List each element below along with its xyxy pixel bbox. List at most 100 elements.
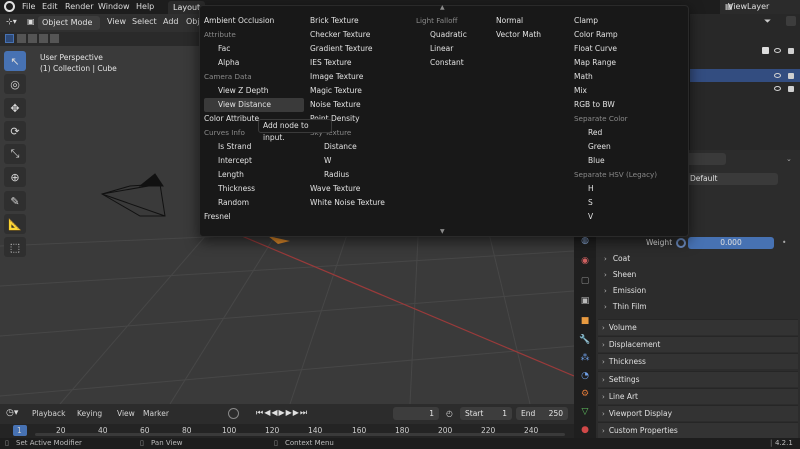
menu-item[interactable]: Color Ramp xyxy=(574,28,674,42)
outliner-row-selected[interactable] xyxy=(690,69,800,82)
menu-add[interactable]: Add xyxy=(163,17,179,29)
select-tool-icon[interactable]: ↖ xyxy=(4,51,26,71)
subpanel-sheen[interactable]: › Sheen xyxy=(598,267,798,283)
mode-dropdown[interactable]: Object Mode xyxy=(38,16,100,30)
menu-item[interactable]: Constant xyxy=(416,56,492,70)
timeline-ruler[interactable]: 1 20 40 60 80 100 120 140 160 180 200 22… xyxy=(0,424,574,438)
subpanel-thin-film[interactable]: › Thin Film xyxy=(598,299,798,315)
weight-field[interactable]: 0.000 xyxy=(688,237,774,249)
menu-item[interactable]: View Distance xyxy=(204,98,304,112)
eye-icon[interactable] xyxy=(774,73,781,78)
menu-item[interactable]: Thickness xyxy=(204,182,304,196)
menu-object[interactable]: Obj xyxy=(186,17,200,29)
menu-item[interactable]: Linear xyxy=(416,42,492,56)
panel-custom-properties[interactable]: › Custom Properties xyxy=(598,422,798,438)
menu-view[interactable]: View xyxy=(107,17,126,29)
scroll-down-arrow-icon[interactable]: ▼ xyxy=(440,228,445,235)
menu-item[interactable]: Length xyxy=(204,168,304,182)
menu-keying[interactable]: Keying xyxy=(77,409,102,418)
menu-item[interactable]: S xyxy=(574,196,674,210)
decorator-dot-icon[interactable]: • xyxy=(782,235,786,251)
playback-controls-icon[interactable]: ⏮◀◀▶▶▶⏭ xyxy=(256,408,308,418)
menu-help[interactable]: Help xyxy=(136,2,154,11)
scale-tool-icon[interactable]: ⤡ xyxy=(4,144,26,164)
panel-volume[interactable]: › Volume xyxy=(598,319,798,335)
menu-item[interactable]: Alpha xyxy=(204,56,304,70)
blender-logo-icon[interactable] xyxy=(4,1,15,12)
editor-type-icon[interactable]: ⊹▾ xyxy=(6,17,17,29)
menu-marker[interactable]: Marker xyxy=(143,409,169,418)
clock-icon[interactable]: ◷▾ xyxy=(6,408,18,418)
menu-item[interactable]: Brick Texture xyxy=(310,14,410,28)
select-invert-icon[interactable] xyxy=(50,34,59,43)
modifier-tab-icon[interactable]: 🔧 xyxy=(578,333,592,347)
panel-viewport-display[interactable]: › Viewport Display xyxy=(598,405,798,421)
menu-item[interactable]: Clamp xyxy=(574,14,674,28)
menu-item[interactable]: Distance xyxy=(310,140,410,154)
menu-window[interactable]: Window xyxy=(98,2,130,11)
outliner-row[interactable] xyxy=(690,44,800,57)
menu-item[interactable]: Blue xyxy=(574,154,674,168)
menu-item[interactable]: Fac xyxy=(204,42,304,56)
material-tab-icon[interactable]: ● xyxy=(578,423,592,437)
menu-file[interactable]: File xyxy=(22,2,35,11)
select-extend-icon[interactable] xyxy=(28,34,37,43)
menu-item[interactable]: Red xyxy=(574,126,674,140)
menu-item[interactable]: Vector Math xyxy=(496,28,570,42)
camera-render-icon[interactable] xyxy=(788,73,794,79)
eye-icon[interactable] xyxy=(774,48,781,53)
menu-select[interactable]: Select xyxy=(132,17,157,29)
menu-edit[interactable]: Edit xyxy=(42,2,58,11)
outliner-row[interactable] xyxy=(690,82,800,95)
rotate-tool-icon[interactable]: ⟳ xyxy=(4,121,26,141)
menu-item[interactable]: Math xyxy=(574,70,674,84)
menu-item[interactable]: Normal xyxy=(496,14,570,28)
menu-item[interactable]: Quadratic xyxy=(416,28,492,42)
eye-icon[interactable] xyxy=(774,86,781,91)
menu-item[interactable]: Ambient Occlusion xyxy=(204,14,304,28)
end-frame-field[interactable]: End 250 xyxy=(516,407,568,420)
constraints-tab-icon[interactable]: ⚙ xyxy=(578,387,592,401)
menu-item[interactable]: Checker Texture xyxy=(310,28,410,42)
menu-item[interactable]: RGB to BW xyxy=(574,98,674,112)
cursor-tool-icon[interactable]: ◎ xyxy=(4,74,26,94)
record-icon[interactable] xyxy=(228,408,239,419)
menu-item[interactable]: Wave Texture xyxy=(310,182,410,196)
menu-item[interactable]: Green xyxy=(574,140,674,154)
checkbox-icon[interactable] xyxy=(762,47,769,54)
panel-line-art[interactable]: › Line Art xyxy=(598,388,798,404)
menu-item[interactable]: Intercept xyxy=(204,154,304,168)
menu-item[interactable]: View Z Depth xyxy=(204,84,304,98)
menu-item[interactable]: IES Texture xyxy=(310,56,410,70)
current-frame-field[interactable]: 1 xyxy=(393,407,439,420)
transform-tool-icon[interactable]: ⊕ xyxy=(4,167,26,187)
scene-tab-icon[interactable]: ◉ xyxy=(578,254,592,268)
keyframe-dot-icon[interactable] xyxy=(676,238,686,248)
select-new-icon[interactable] xyxy=(17,34,26,43)
collection-tab-icon[interactable]: ▢ xyxy=(578,274,592,288)
physics-tab-icon[interactable]: ◔ xyxy=(578,369,592,383)
surface-search[interactable] xyxy=(686,153,726,165)
menu-item[interactable]: H xyxy=(574,182,674,196)
menu-item[interactable]: Float Curve xyxy=(574,42,674,56)
menu-item[interactable]: Gradient Texture xyxy=(310,42,410,56)
subpanel-emission[interactable]: › Emission xyxy=(598,283,798,299)
menu-item[interactable]: Radius xyxy=(310,168,410,182)
surface-dropdown[interactable]: Default xyxy=(686,173,778,185)
menu-view[interactable]: View xyxy=(117,409,135,418)
subpanel-coat[interactable]: › Coat xyxy=(598,251,798,267)
scroll-up-arrow-icon[interactable]: ▲ xyxy=(440,4,445,11)
start-frame-field[interactable]: Start 1 xyxy=(460,407,512,420)
particles-tab-icon[interactable]: ⁂ xyxy=(578,351,592,365)
menu-item[interactable]: W xyxy=(310,154,410,168)
panel-thickness[interactable]: › Thickness xyxy=(598,353,798,369)
menu-item[interactable]: Noise Texture xyxy=(310,98,410,112)
select-box-icon[interactable] xyxy=(5,34,14,43)
data-tab-icon[interactable]: ▽ xyxy=(578,405,592,419)
camera-render-icon[interactable] xyxy=(788,48,794,54)
add-cube-tool-icon[interactable]: ⬚ xyxy=(4,237,26,257)
object-tab-icon[interactable]: ▣ xyxy=(578,294,592,308)
stopwatch-icon[interactable]: ◴ xyxy=(446,409,453,418)
menu-item[interactable]: Image Texture xyxy=(310,70,410,84)
timeline-scrollbar[interactable] xyxy=(35,433,565,436)
